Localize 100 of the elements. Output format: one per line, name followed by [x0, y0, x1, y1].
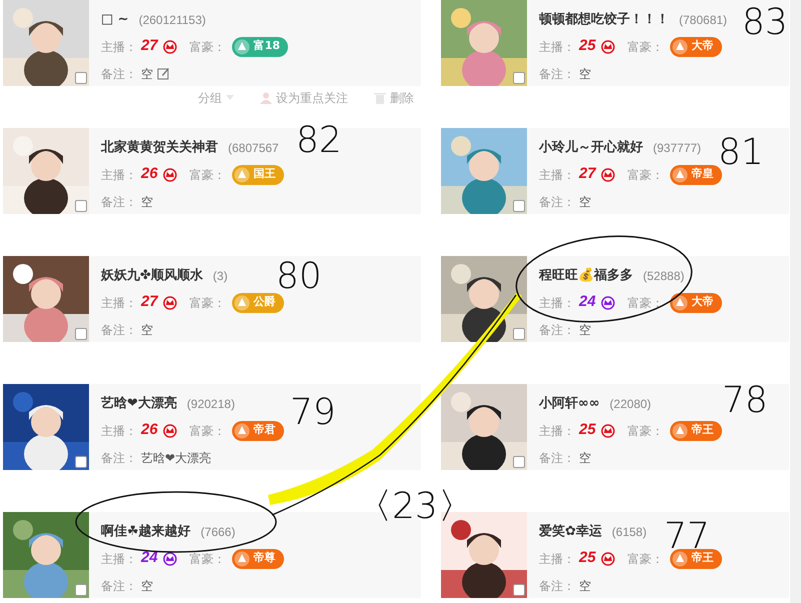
checkbox[interactable] [513, 584, 525, 596]
user-id: (920218) [186, 396, 235, 412]
medal-icon [234, 422, 250, 438]
field-label: 主播： [539, 38, 575, 56]
edit-icon[interactable] [157, 67, 170, 80]
crown-icon [162, 422, 178, 438]
medal-icon [672, 294, 688, 310]
remark-text: 空 [141, 322, 153, 338]
handwritten-number: 78 [722, 380, 768, 421]
handwritten-number: 82 [296, 120, 342, 161]
field-label: 富豪： [628, 550, 664, 568]
field-label: 主播： [539, 294, 575, 312]
field-label: 富豪： [628, 422, 664, 440]
checkbox[interactable] [75, 200, 87, 212]
medal-icon [234, 38, 250, 54]
toolbar-action[interactable]: 设为重点关注 [260, 89, 348, 107]
checkbox[interactable] [513, 72, 525, 84]
remark-text: 空 [579, 322, 591, 338]
medal-icon [672, 550, 688, 566]
handwritten-number: 79 [290, 392, 336, 433]
crown-icon [600, 38, 616, 54]
remark-text: 艺晗❤大漂亮 [141, 450, 212, 466]
host-level: 26 [141, 164, 158, 184]
host-level: 24 [579, 292, 596, 312]
host-level: 24 [141, 548, 158, 568]
host-level: 27 [141, 36, 158, 56]
host-level: 25 [579, 548, 596, 568]
checkbox[interactable] [513, 456, 525, 468]
user-name: 北家黄黄贺关关神君 [101, 138, 218, 157]
user-name: 爱笑✿幸运 [539, 522, 602, 541]
rank-badge: 帝皇 [670, 164, 722, 184]
crown-icon [600, 422, 616, 438]
crown-icon [162, 294, 178, 310]
remark-text: 空 [141, 194, 153, 210]
field-label: 备注： [539, 578, 575, 594]
user-id: (937777) [653, 140, 702, 156]
field-label: 富豪： [190, 550, 226, 568]
field-label: 主播： [101, 38, 137, 56]
remark-text: 空 [579, 450, 591, 466]
crown-icon [600, 294, 616, 310]
field-label: 主播： [101, 422, 137, 440]
field-label: 备注： [101, 194, 137, 210]
rank-badge: 大帝 [670, 36, 722, 56]
rank-badge: 帝王 [670, 548, 722, 568]
user-id: (7666) [200, 524, 236, 540]
medal-icon [234, 550, 250, 566]
field-label: 富豪： [190, 294, 226, 312]
host-level: 25 [579, 36, 596, 56]
field-label: 主播： [539, 166, 575, 184]
field-label: 备注： [101, 66, 137, 82]
user-name: □ ~ [101, 10, 129, 29]
field-label: 主播： [101, 294, 137, 312]
host-level: 27 [579, 164, 596, 184]
checkbox[interactable] [75, 72, 87, 84]
checkbox[interactable] [75, 328, 87, 340]
field-label: 主播： [101, 550, 137, 568]
host-level: 26 [141, 420, 158, 440]
user-id: (22080) [610, 396, 652, 412]
toolbar-action[interactable]: 分组 [198, 89, 234, 107]
user-name: 艺晗❤大漂亮 [101, 394, 177, 413]
user-name: 妖妖九✤顺风顺水 [101, 266, 203, 285]
user-name: 啊佳☘越来越好 [101, 522, 191, 541]
remark-text: 空 [141, 66, 153, 82]
field-label: 富豪： [628, 294, 664, 312]
person-icon [260, 92, 272, 104]
field-label: 主播： [101, 166, 137, 184]
host-level: 27 [141, 292, 158, 312]
field-label: 备注： [539, 450, 575, 466]
field-label: 备注： [539, 322, 575, 338]
handwritten-number: 〈23〉 [356, 486, 474, 527]
field-label: 备注： [539, 194, 575, 210]
rank-badge: 公爵 [232, 292, 284, 312]
medal-icon [672, 422, 688, 438]
rank-badge: 大帝 [670, 292, 722, 312]
field-label: 富豪： [628, 166, 664, 184]
medal-icon [672, 166, 688, 182]
medal-icon [234, 166, 250, 182]
checkbox[interactable] [513, 328, 525, 340]
user-id: (3) [212, 268, 228, 284]
user-id: (6158) [612, 524, 647, 540]
field-label: 富豪： [190, 166, 226, 184]
crown-icon [600, 550, 616, 566]
user-id: (260121153) [138, 12, 206, 28]
checkbox[interactable] [513, 200, 525, 212]
user-name: 程旺旺💰福多多 [539, 266, 633, 285]
field-label: 备注： [101, 578, 137, 594]
rank-badge: 帝君 [232, 420, 284, 440]
remark-text: 空 [579, 66, 591, 82]
checkbox[interactable] [75, 584, 87, 596]
toolbar-action[interactable]: 删除 [374, 89, 414, 107]
user-name: 顿顿都想吃饺子！！！ [539, 10, 669, 29]
handwritten-number: 83 [742, 2, 788, 43]
remark-text: 空 [141, 578, 153, 594]
user-id: (6807567 [228, 140, 279, 156]
crown-icon [162, 38, 178, 54]
rank-badge: 国王 [232, 164, 284, 184]
user-name: 小阿轩∞∞ [539, 394, 600, 413]
trash-icon [374, 92, 386, 104]
rank-badge: 帝尊 [232, 548, 284, 568]
checkbox[interactable] [75, 456, 87, 468]
